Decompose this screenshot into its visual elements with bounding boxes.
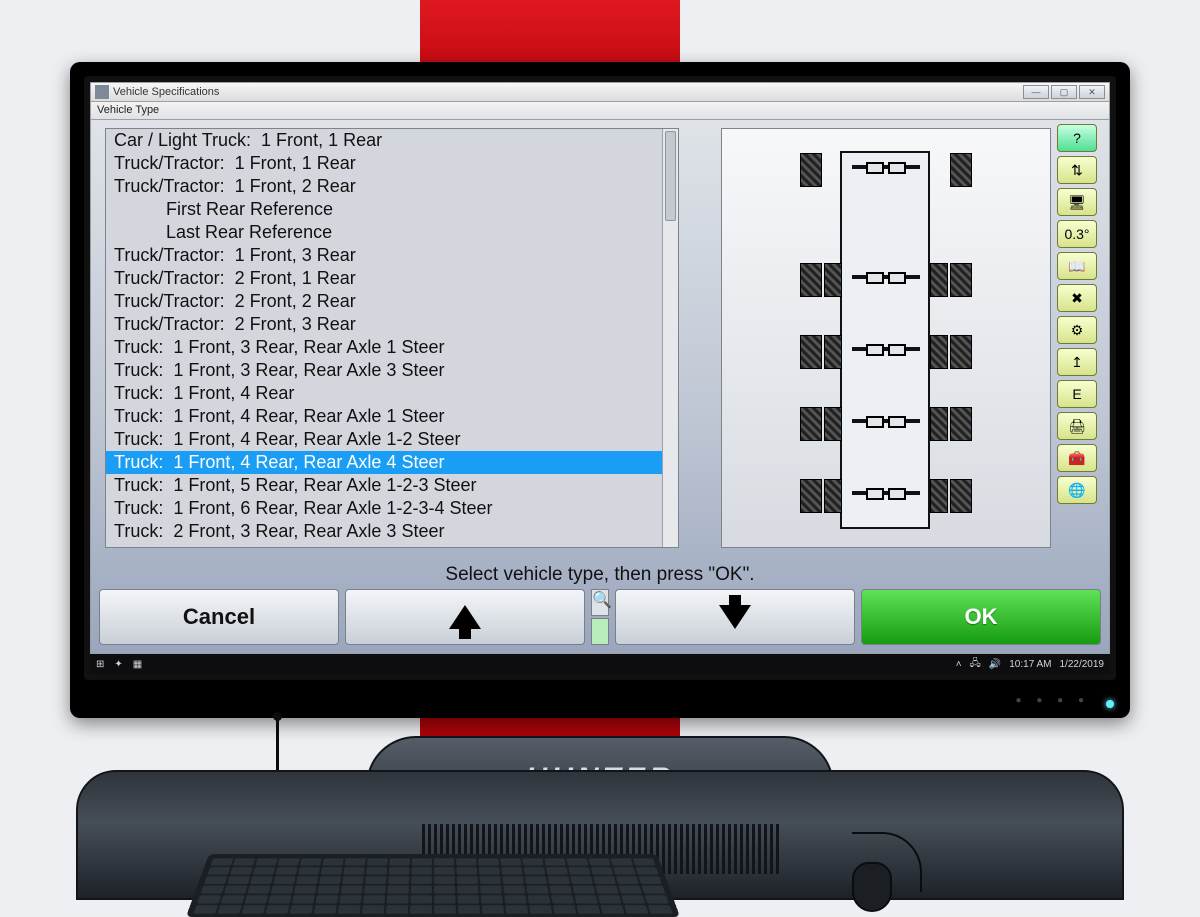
app-body: Car / Light Truck: 1 Front, 1 RearTruck/… (90, 120, 1110, 654)
side-toolbar: ? ⇅ 🖥 0.3° 📖 ✖ ⚙ ↥ E 🖨 🧰 🌐 (1057, 124, 1101, 504)
list-item[interactable]: Last Rear Reference (106, 221, 678, 244)
mouse[interactable] (852, 862, 892, 912)
ok-label: OK (965, 604, 998, 630)
power-led (1106, 700, 1114, 708)
list-item[interactable]: Truck/Tractor: 2 Front, 2 Rear (106, 290, 678, 313)
minimize-button[interactable]: — (1023, 85, 1049, 99)
maximize-button[interactable]: ▢ (1051, 85, 1077, 99)
monitor-frame: ● ● ● ● Vehicle Specifications — ▢ ✕ Veh… (70, 62, 1130, 718)
app-icon (95, 85, 109, 99)
tray-date[interactable]: 1/22/2019 (1060, 659, 1105, 670)
menu-vehicle-type[interactable]: Vehicle Type (97, 104, 159, 116)
console-shelf (76, 770, 1124, 900)
taskbar[interactable]: ⊞ ✦ ▦ ˄ 🖧 🔊 10:17 AM 1/22/2019 (90, 654, 1110, 674)
list-item[interactable]: Truck/Tractor: 2 Front, 3 Rear (106, 313, 678, 336)
side-icon-4[interactable]: 📖 (1057, 252, 1097, 280)
taskbar-app-icon[interactable]: ▦ (133, 659, 142, 670)
mini-indicator[interactable]: 🔍 (591, 589, 609, 645)
side-icon-0[interactable]: ? (1057, 124, 1097, 152)
list-item[interactable]: Truck: 1 Front, 5 Rear, Rear Axle 1-2-3 … (106, 474, 678, 497)
tray-volume-icon[interactable]: 🔊 (989, 659, 1001, 670)
list-item[interactable]: Truck: 1 Front, 4 Rear, Rear Axle 4 Stee… (106, 451, 678, 474)
list-item[interactable]: Truck/Tractor: 2 Front, 1 Rear (106, 267, 678, 290)
taskbar-search-icon[interactable]: ✦ (114, 659, 122, 670)
list-item[interactable]: Truck: 2 Front, 3 Rear, Rear Axle 3 Stee… (106, 520, 678, 543)
list-item[interactable]: Bus: 1 Front, 1 Rear (106, 543, 678, 548)
tray-chevron-icon[interactable]: ˄ (956, 659, 962, 670)
side-icon-5[interactable]: ✖ (1057, 284, 1097, 312)
tray-time[interactable]: 10:17 AM (1009, 659, 1051, 670)
axle-diagram-panel (721, 128, 1051, 548)
vehicle-type-list[interactable]: Car / Light Truck: 1 Front, 1 RearTruck/… (105, 128, 679, 548)
side-icon-10[interactable]: 🧰 (1057, 444, 1097, 472)
list-item[interactable]: Truck/Tractor: 1 Front, 3 Rear (106, 244, 678, 267)
cancel-label: Cancel (183, 604, 255, 630)
side-icon-6[interactable]: ⚙ (1057, 316, 1097, 344)
list-item[interactable]: Truck: 1 Front, 4 Rear, Rear Axle 1-2 St… (106, 428, 678, 451)
kiosk-console: HUNTER (76, 770, 1124, 900)
axle-rear-2 (792, 335, 980, 365)
arrow-down-icon (719, 605, 751, 629)
up-button[interactable] (345, 589, 585, 645)
axle-rear-1 (792, 263, 980, 293)
list-item[interactable]: Truck: 1 Front, 3 Rear, Rear Axle 3 Stee… (106, 359, 678, 382)
side-icon-3[interactable]: 0.3° (1057, 220, 1097, 248)
list-item[interactable]: Truck/Tractor: 1 Front, 2 Rear (106, 175, 678, 198)
list-item[interactable]: Truck: 1 Front, 4 Rear (106, 382, 678, 405)
list-item[interactable]: Truck: 1 Front, 3 Rear, Rear Axle 1 Stee… (106, 336, 678, 359)
list-item[interactable]: Truck: 1 Front, 6 Rear, Rear Axle 1-2-3-… (106, 497, 678, 520)
side-icon-8[interactable]: E (1057, 380, 1097, 408)
button-row: Cancel 🔍 OK (99, 589, 1101, 645)
close-button[interactable]: ✕ (1079, 85, 1105, 99)
ok-button[interactable]: OK (861, 589, 1101, 645)
axle-rear-3 (792, 407, 980, 437)
instruction-text: Select vehicle type, then press "OK". (91, 564, 1109, 586)
start-button[interactable]: ⊞ (96, 659, 104, 670)
cancel-button[interactable]: Cancel (99, 589, 339, 645)
list-item[interactable]: Truck: 1 Front, 4 Rear, Rear Axle 1 Stee… (106, 405, 678, 428)
side-icon-7[interactable]: ↥ (1057, 348, 1097, 376)
side-icon-11[interactable]: 🌐 (1057, 476, 1097, 504)
window-title: Vehicle Specifications (113, 86, 219, 98)
side-icon-2[interactable]: 🖥 (1057, 188, 1097, 216)
menu-bar[interactable]: Vehicle Type (90, 102, 1110, 120)
list-item[interactable]: Truck/Tractor: 1 Front, 1 Rear (106, 152, 678, 175)
keyboard[interactable] (186, 854, 680, 917)
list-scrollbar[interactable] (662, 129, 678, 547)
system-tray[interactable]: ˄ 🖧 🔊 10:17 AM 1/22/2019 (956, 656, 1104, 673)
screen: Vehicle Specifications — ▢ ✕ Vehicle Typ… (90, 82, 1110, 674)
window-titlebar[interactable]: Vehicle Specifications — ▢ ✕ (90, 82, 1110, 102)
monitor-controls: ● ● ● ● (1016, 695, 1091, 706)
side-icon-1[interactable]: ⇅ (1057, 156, 1097, 184)
arrow-up-icon (449, 605, 481, 629)
tray-network-icon[interactable]: 🖧 (970, 656, 981, 673)
scrollbar-thumb[interactable] (665, 131, 676, 221)
axle-rear-4-steer (792, 479, 980, 509)
list-item[interactable]: First Rear Reference (106, 198, 678, 221)
side-icon-9[interactable]: 🖨 (1057, 412, 1097, 440)
down-button[interactable] (615, 589, 855, 645)
axle-front-1 (792, 153, 980, 183)
list-item[interactable]: Car / Light Truck: 1 Front, 1 Rear (106, 129, 678, 152)
search-icon: 🔍 (591, 589, 609, 616)
